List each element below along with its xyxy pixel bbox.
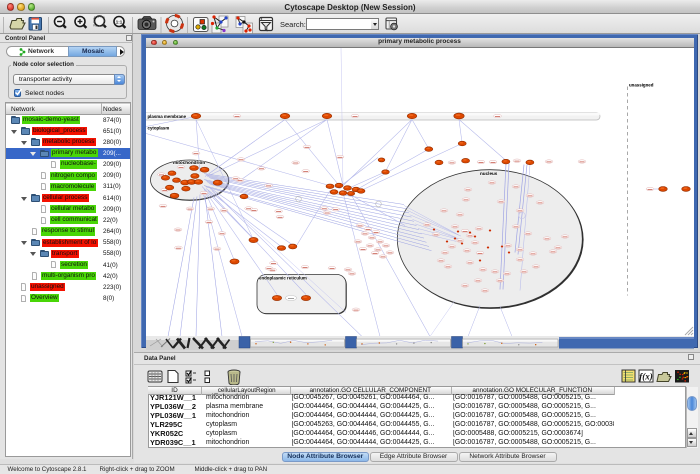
svg-text:1:1: 1:1: [116, 20, 123, 25]
svg-text:endoplasmic reticulum: endoplasmic reticulum: [259, 275, 307, 280]
svg-text:f(x): f(x): [639, 372, 653, 382]
svg-text:plasma membrane: plasma membrane: [148, 114, 187, 119]
svg-text:cytoplasm: cytoplasm: [148, 125, 170, 130]
svg-text:mitochondrion: mitochondrion: [173, 160, 205, 165]
svg-text:unassigned: unassigned: [629, 82, 654, 87]
svg-text:nucleus: nucleus: [480, 171, 498, 176]
